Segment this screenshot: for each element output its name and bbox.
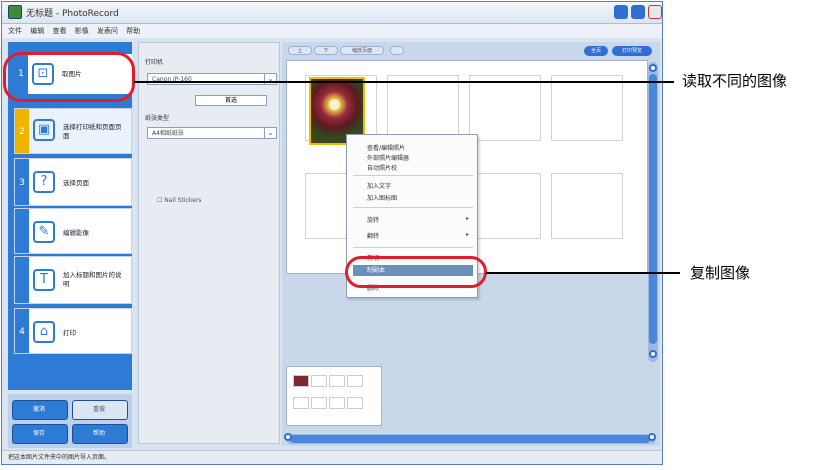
photo-slot[interactable] xyxy=(551,173,623,239)
thumbnail-slot xyxy=(311,375,327,387)
menu-separator xyxy=(353,175,473,176)
menu-bar: 文件 编辑 查看 影像 发表问 帮助 xyxy=(2,24,662,38)
maximize-button[interactable] xyxy=(631,5,645,19)
step-number: 4 xyxy=(15,309,29,353)
menu-item-auto-correct[interactable]: 自动照片校 xyxy=(367,163,397,172)
nail-stickers-option[interactable]: ☐ Nail Stickers xyxy=(157,197,201,204)
menu-item-view-edit-photo[interactable]: 查看/编辑照片 xyxy=(367,143,405,152)
thumbnail-slot xyxy=(329,397,345,409)
checkbox-label: Nail Stickers xyxy=(164,197,202,204)
paper-type-select[interactable]: A4相纸纸张 ⌄ xyxy=(147,127,277,139)
menu-image[interactable]: 影像 xyxy=(75,27,89,35)
step-number xyxy=(15,257,29,303)
step-number: 2 xyxy=(15,109,29,153)
printer-label: 打印机 xyxy=(145,59,164,66)
step-label: 选择打印纸和页面页面 xyxy=(63,123,122,140)
rotate-button[interactable] xyxy=(390,46,404,55)
scroll-left-icon[interactable] xyxy=(284,433,292,441)
title-bar: 无标题 - PhotoRecord xyxy=(2,2,662,24)
photo-slot[interactable] xyxy=(469,173,541,239)
vertical-scrollbar[interactable] xyxy=(648,62,658,362)
menu-item-flip[interactable]: 翻转 xyxy=(367,231,379,240)
menu-help[interactable]: 帮助 xyxy=(126,27,140,35)
photo-slot[interactable] xyxy=(469,75,541,141)
printer-icon: ▣ xyxy=(33,119,55,141)
highlight-ring-get-images xyxy=(3,52,135,102)
submenu-arrow-icon: ▸ xyxy=(465,215,469,222)
bottom-button-area: 撤消 重做 保存 帮助 xyxy=(8,394,132,448)
thumbnail-slot xyxy=(347,375,363,387)
step-layout[interactable]: 3 ? 选择页面 xyxy=(14,158,132,206)
paper-type-value: A4相纸纸张 xyxy=(152,130,184,137)
menu-view[interactable]: 查看 xyxy=(52,27,66,35)
menu-edit[interactable]: 编辑 xyxy=(30,27,44,35)
scroll-thumb[interactable] xyxy=(290,435,650,443)
step-label: 选择页面 xyxy=(63,179,89,187)
callout-line-read-images xyxy=(134,81,674,83)
horizontal-scrollbar[interactable] xyxy=(284,433,656,444)
step-label: 加入标题和图片的说明 xyxy=(63,271,122,288)
callout-line-copy xyxy=(486,272,680,274)
printer-select[interactable]: Canon iP-160 ⌄ xyxy=(147,73,277,85)
caption-icon: T xyxy=(33,269,55,291)
full-page-button[interactable]: 全页 xyxy=(584,46,608,56)
undo-button[interactable]: 撤消 xyxy=(12,400,68,420)
menu-item-add-text[interactable]: 加入文字 xyxy=(367,181,391,190)
edit-image-icon: ✎ xyxy=(33,221,55,243)
annotation-read-images: 读取不同的图像 xyxy=(682,72,788,90)
save-button[interactable]: 保存 xyxy=(12,424,68,444)
annotation-copy-image: 复制图像 xyxy=(690,264,751,282)
settings-panel: 打印机 Canon iP-160 ⌄ 首选 纸张类型 A4相纸纸张 ⌄ ☐ Na… xyxy=(138,42,280,444)
submenu-arrow-icon: ▸ xyxy=(465,231,469,238)
menu-publish[interactable]: 发表问 xyxy=(97,27,118,35)
zoom-page-button[interactable]: 缩放页面 xyxy=(340,46,384,55)
scroll-thumb[interactable] xyxy=(649,74,657,344)
scroll-up-icon[interactable] xyxy=(649,64,657,72)
print-preview-button[interactable]: 打印预览 xyxy=(612,46,652,56)
menu-item-rotate[interactable]: 旋转 xyxy=(367,215,379,224)
menu-item-external-editor[interactable]: 外部照片编辑器 xyxy=(367,153,409,162)
chevron-down-icon: ⌄ xyxy=(264,128,276,138)
toolbar-down-button[interactable]: 下 xyxy=(314,46,338,55)
print-icon: ⌂ xyxy=(33,321,55,343)
step-print[interactable]: 4 ⌂ 打印 xyxy=(14,308,132,354)
thumbnail-slot xyxy=(329,375,345,387)
window-title: 无标题 - PhotoRecord xyxy=(26,9,119,19)
thumbnail-panel[interactable] xyxy=(286,366,382,426)
step-label: 打印 xyxy=(63,329,76,337)
close-button[interactable] xyxy=(648,5,662,19)
toolbar-up-button[interactable]: 上 xyxy=(288,46,312,55)
step-number xyxy=(15,209,29,253)
minimize-button[interactable] xyxy=(614,5,628,19)
scroll-right-icon[interactable] xyxy=(648,433,656,441)
menu-file[interactable]: 文件 xyxy=(8,27,22,35)
layout-toolbar: 上 下 缩放页面 全页 打印预览 xyxy=(284,44,658,56)
step-edit-images[interactable]: ✎ 编辑影像 xyxy=(14,208,132,254)
menu-separator xyxy=(353,247,473,248)
redo-button[interactable]: 重做 xyxy=(72,400,128,420)
step-paper[interactable]: 2 ▣ 选择打印纸和页面页面 xyxy=(14,108,132,154)
step-label: 编辑影像 xyxy=(63,229,89,237)
app-icon xyxy=(8,5,22,19)
thumbnail-slot xyxy=(293,397,309,409)
menu-separator xyxy=(353,207,473,208)
menu-item-add-icon[interactable]: 加入图标图 xyxy=(367,193,397,202)
status-bar: 把这本图片文件夹中的图片导入页面。 xyxy=(2,450,662,464)
help-button[interactable]: 帮助 xyxy=(72,424,128,444)
thumbnail-photo[interactable] xyxy=(293,375,309,387)
thumbnail-slot xyxy=(347,397,363,409)
layout-icon: ? xyxy=(33,171,55,193)
photo-slot[interactable] xyxy=(551,75,623,141)
step-captions[interactable]: T 加入标题和图片的说明 xyxy=(14,256,132,304)
step-number: 3 xyxy=(15,159,29,205)
paper-type-label: 纸张类型 xyxy=(145,115,170,122)
photo-slot[interactable] xyxy=(387,75,459,141)
thumbnail-slot xyxy=(311,397,327,409)
highlight-ring-copy xyxy=(345,256,487,288)
scroll-down-icon[interactable] xyxy=(649,350,657,358)
preferences-button[interactable]: 首选 xyxy=(195,95,267,106)
